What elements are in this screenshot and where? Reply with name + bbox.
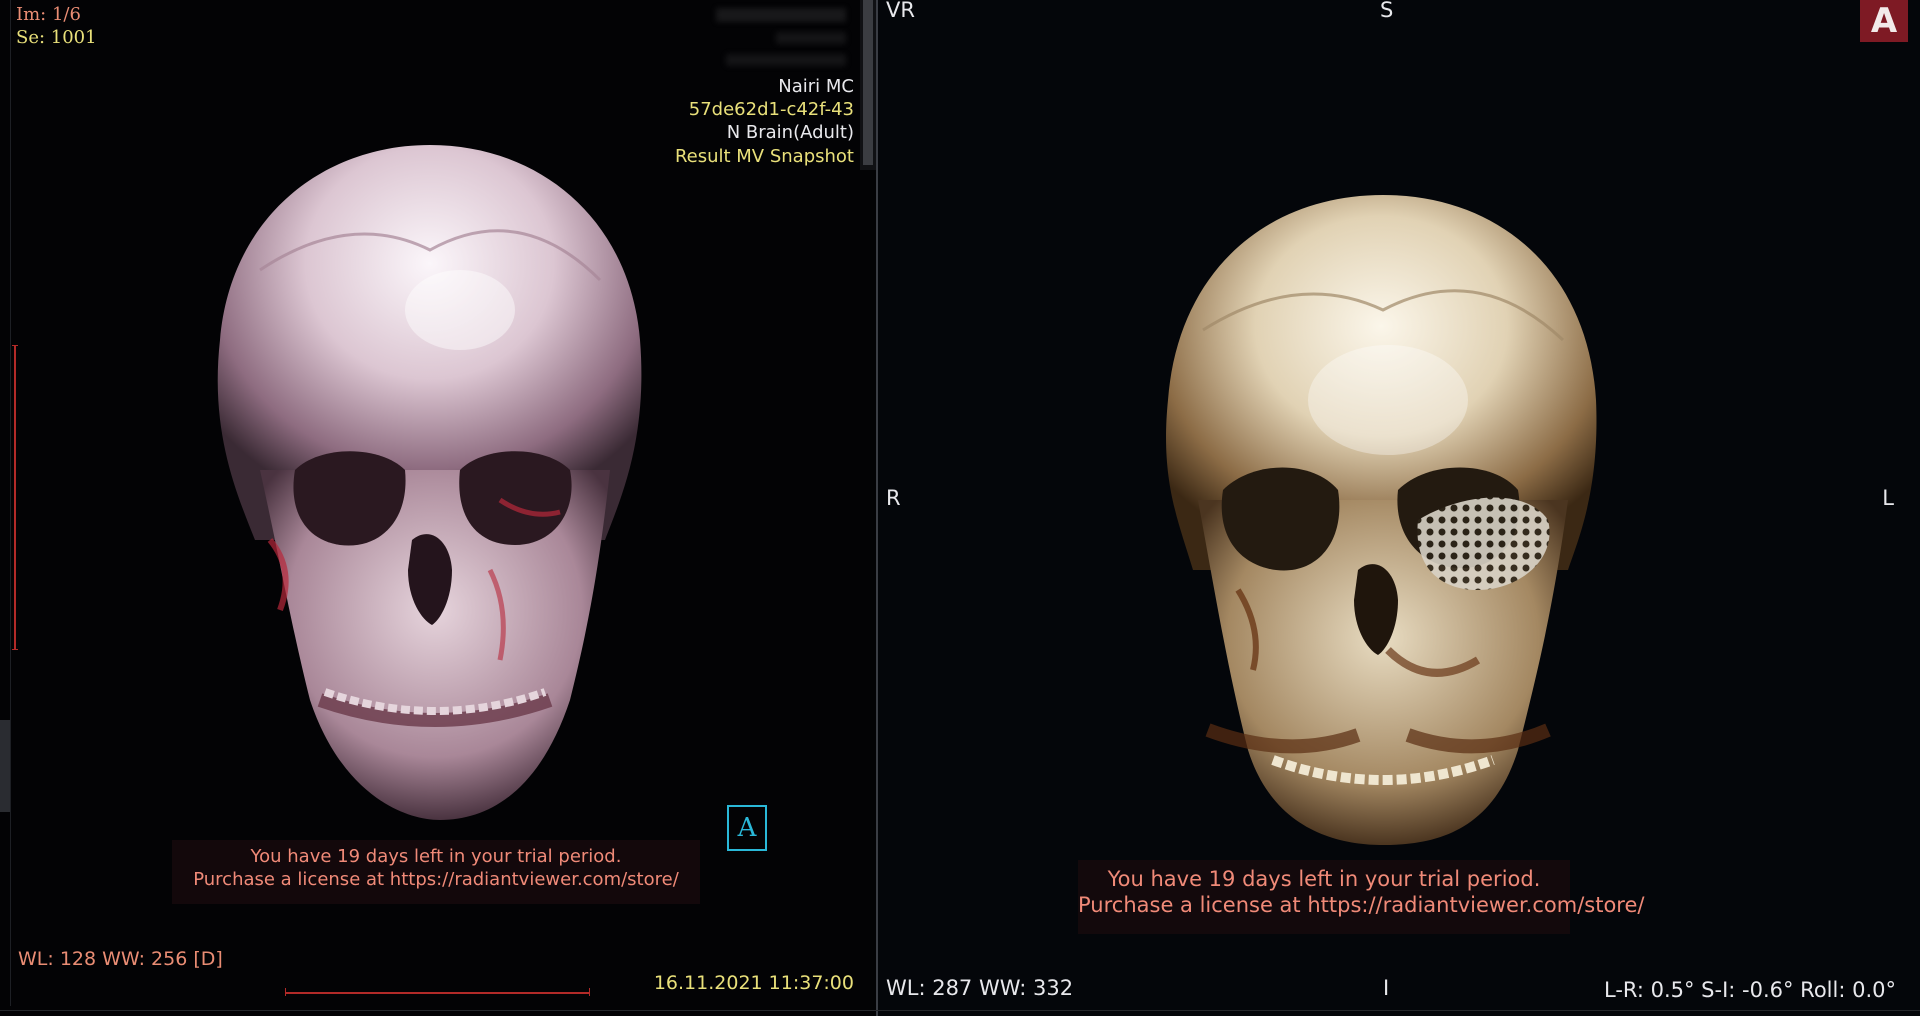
- study-id: 57de62d1-c42f-43: [688, 99, 854, 120]
- skull-3d-render: [217, 145, 642, 820]
- acquisition-datetime: 16.11.2021 11:37:00: [653, 972, 854, 994]
- redacted-patient-id: [776, 32, 846, 44]
- series-description: Result MV Snapshot: [674, 146, 854, 167]
- image-counter: Im: 1/6: [16, 4, 81, 25]
- left-viewport[interactable]: Im: 1/6 Se: 1001 Nairi MC 57de62d1-c42f-…: [0, 0, 876, 1016]
- app-logo: A: [1860, 0, 1908, 42]
- trial-line-1: You have 19 days left in your trial peri…: [1107, 867, 1541, 891]
- trial-line-2[interactable]: Purchase a license at https://radiantvie…: [1078, 892, 1644, 918]
- orientation-top: S: [1380, 0, 1394, 22]
- trial-line-1: You have 19 days left in your trial peri…: [250, 846, 622, 867]
- orientation-bottom: I: [1383, 976, 1390, 1000]
- window-level: WL: 128 WW: 256 [D]: [18, 948, 223, 970]
- window-level: WL: 287 WW: 332: [886, 976, 1074, 1000]
- trial-banner: You have 19 days left in your trial peri…: [172, 840, 700, 904]
- skull-3d-render-with-implant: [1166, 195, 1597, 845]
- study-protocol: N Brain(Adult): [726, 122, 854, 143]
- bottom-border: [0, 1010, 1920, 1011]
- viewport-frame-line: [10, 0, 11, 1006]
- series-number: Se: 1001: [16, 27, 97, 48]
- redacted-patient-name: [716, 8, 846, 22]
- orientation-right: L: [1882, 486, 1894, 510]
- rotation-readout: L-R: 0.5° S-I: -0.6° Roll: 0.0°: [1604, 978, 1896, 1002]
- side-panel-handle[interactable]: [0, 720, 10, 812]
- render-mode-label: VR: [886, 0, 915, 22]
- annotation-icon[interactable]: A: [727, 805, 767, 851]
- vertical-scale-ruler: [12, 345, 18, 650]
- trial-banner: You have 19 days left in your trial peri…: [1078, 860, 1644, 934]
- trial-line-2[interactable]: Purchase a license at https://radiantvie…: [172, 869, 700, 892]
- annotation-icon-letter: A: [737, 813, 757, 843]
- redacted-birth-date: [726, 54, 846, 66]
- horizontal-scale-ruler: [285, 988, 590, 996]
- image-scrollbar-thumb[interactable]: [863, 0, 873, 165]
- institution-name: Nairi MC: [778, 76, 854, 97]
- right-viewport[interactable]: VR S R L A You have 19 days left in your…: [878, 0, 1920, 1016]
- image-scrollbar[interactable]: [860, 0, 876, 170]
- orientation-left: R: [886, 486, 901, 510]
- app-logo-letter: A: [1870, 1, 1898, 41]
